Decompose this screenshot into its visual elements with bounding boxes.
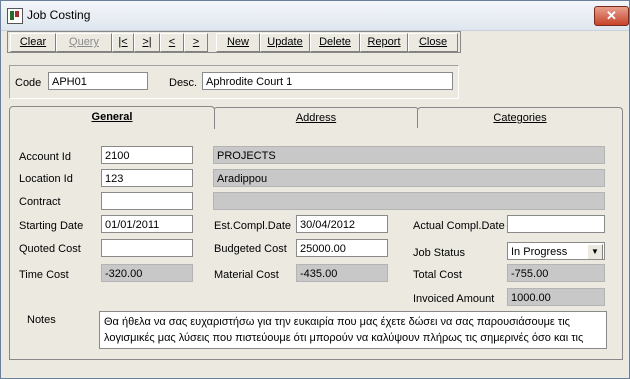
job-costing-window: Job Costing ✕ Clear Query |< >| < > New … bbox=[0, 0, 630, 379]
code-label: Code bbox=[15, 77, 42, 89]
actual-compl-date-field[interactable] bbox=[507, 215, 605, 233]
tab-address[interactable]: Address bbox=[213, 107, 419, 128]
total-cost-label: Total Cost bbox=[413, 269, 462, 281]
starting-date-field[interactable]: 01/01/2011 bbox=[101, 215, 193, 233]
app-icon bbox=[7, 8, 23, 24]
account-name-field: PROJECTS bbox=[213, 146, 605, 164]
close-button[interactable]: Close bbox=[408, 33, 458, 52]
location-name-field: Aradippou bbox=[213, 169, 605, 187]
last-record-button[interactable]: >| bbox=[134, 33, 160, 52]
notes-label: Notes bbox=[27, 314, 56, 326]
invoiced-amount-field: 1000.00 bbox=[507, 288, 605, 306]
code-field[interactable]: APH01 bbox=[48, 72, 148, 90]
account-id-label: Account Id bbox=[19, 151, 71, 163]
toolbar: Clear Query |< >| < > New Update Delete … bbox=[7, 31, 461, 53]
previous-record-button[interactable]: < bbox=[160, 33, 184, 52]
query-button[interactable]: Query bbox=[56, 33, 112, 52]
update-button[interactable]: Update bbox=[260, 33, 310, 52]
time-cost-label: Time Cost bbox=[19, 269, 69, 281]
next-record-button[interactable]: > bbox=[184, 33, 208, 52]
total-cost-field: -755.00 bbox=[507, 264, 605, 282]
first-record-button[interactable]: |< bbox=[112, 33, 134, 52]
material-cost-field: -435.00 bbox=[296, 264, 388, 282]
material-cost-label: Material Cost bbox=[214, 269, 279, 281]
quoted-cost-field[interactable] bbox=[101, 239, 193, 257]
report-button[interactable]: Report bbox=[360, 33, 408, 52]
est-compl-date-field[interactable]: 30/04/2012 bbox=[296, 215, 388, 233]
starting-date-label: Starting Date bbox=[19, 220, 84, 232]
window-close-button[interactable]: ✕ bbox=[594, 6, 629, 26]
title-bar[interactable]: Job Costing ✕ bbox=[1, 1, 629, 31]
chevron-down-icon[interactable]: ▼ bbox=[587, 244, 603, 259]
new-button[interactable]: New bbox=[216, 33, 260, 52]
time-cost-field: -320.00 bbox=[101, 264, 193, 282]
tab-categories[interactable]: Categories bbox=[417, 107, 623, 128]
budgeted-cost-label: Budgeted Cost bbox=[214, 243, 287, 255]
actual-compl-date-label: Actual Compl.Date bbox=[413, 220, 505, 232]
notes-field[interactable]: Θα ήθελα να σας ευχαριστήσω για την ευκα… bbox=[99, 311, 607, 349]
contract-field[interactable] bbox=[101, 192, 193, 210]
contract-name-field bbox=[213, 192, 605, 210]
job-status-select[interactable]: In Progress ▼ bbox=[507, 242, 605, 260]
window-title: Job Costing bbox=[27, 8, 91, 22]
desc-label: Desc. bbox=[169, 77, 198, 89]
job-status-value: In Progress bbox=[511, 246, 568, 258]
quoted-cost-label: Quoted Cost bbox=[19, 243, 81, 255]
delete-button[interactable]: Delete bbox=[310, 33, 360, 52]
account-id-field[interactable]: 2100 bbox=[101, 146, 193, 164]
description-field[interactable]: Aphrodite Court 1 bbox=[202, 72, 453, 90]
contract-label: Contract bbox=[19, 196, 61, 208]
est-compl-date-label: Est.Compl.Date bbox=[214, 220, 292, 232]
job-status-label: Job Status bbox=[413, 247, 465, 259]
clear-button[interactable]: Clear bbox=[10, 33, 56, 52]
budgeted-cost-field[interactable]: 25000.00 bbox=[296, 239, 388, 257]
tab-general[interactable]: General bbox=[9, 106, 215, 129]
invoiced-amount-label: Invoiced Amount bbox=[413, 293, 495, 305]
location-id-field[interactable]: 123 bbox=[101, 169, 193, 187]
location-id-label: Location Id bbox=[19, 173, 73, 185]
